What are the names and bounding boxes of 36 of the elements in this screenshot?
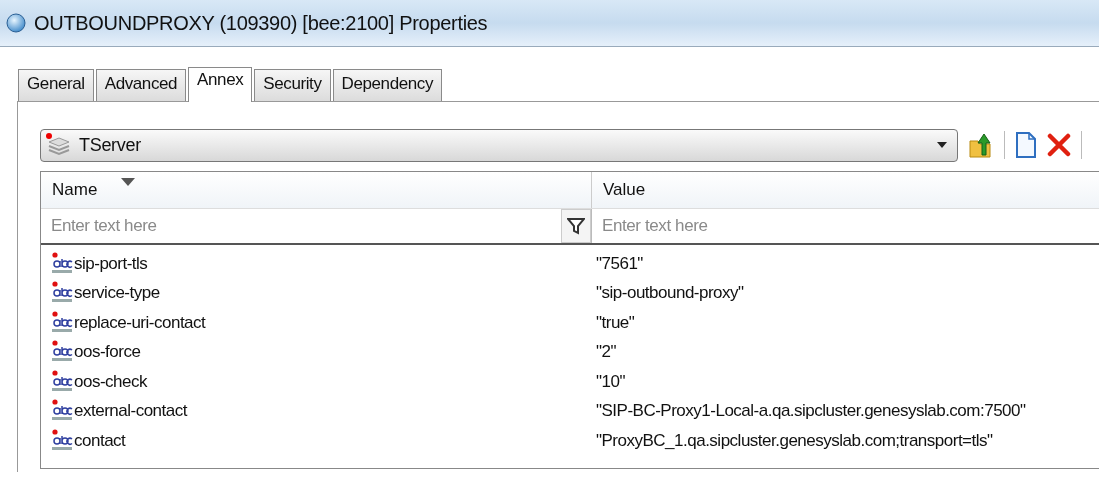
property-name[interactable]: sip-port-tls bbox=[74, 253, 148, 274]
folder-up-icon[interactable] bbox=[968, 131, 994, 159]
tab[interactable]: Annex bbox=[188, 67, 253, 102]
property-name[interactable]: contact bbox=[74, 430, 126, 451]
window-icon bbox=[6, 13, 26, 33]
property-value: "true" bbox=[596, 312, 635, 333]
caret-icon bbox=[937, 142, 947, 148]
filter-button[interactable] bbox=[561, 209, 591, 243]
section-dropdown[interactable]: TServer bbox=[40, 128, 958, 162]
sort-arrow-icon bbox=[121, 178, 135, 186]
property-value: "7561" bbox=[596, 253, 643, 274]
dropdown-value: TServer bbox=[79, 134, 142, 156]
new-document-icon[interactable] bbox=[1015, 132, 1037, 158]
string-type-icon bbox=[51, 310, 73, 335]
string-type-icon bbox=[51, 369, 73, 394]
tab[interactable]: Advanced bbox=[95, 69, 187, 101]
property-value: "ProxyBC_1.qa.sipcluster.genesyslab.com;transport=tls" bbox=[596, 430, 993, 451]
filter-icon bbox=[567, 217, 585, 235]
property-name[interactable]: oos-check bbox=[74, 371, 147, 392]
column-header[interactable]: Name bbox=[41, 172, 592, 208]
string-type-icon bbox=[51, 251, 73, 276]
delete-icon[interactable] bbox=[1047, 133, 1071, 157]
property-name[interactable]: oos-force bbox=[74, 342, 141, 363]
window-title: OUTBOUNDPROXY (109390) [bee:2100] Properties bbox=[34, 11, 488, 35]
property-name[interactable]: external-contact bbox=[74, 401, 187, 422]
property-value: "SIP-BC-Proxy1-Local-a.qa.sipcluster.genesyslab.com:7500" bbox=[596, 401, 1026, 422]
column-header[interactable]: Value bbox=[592, 172, 1099, 208]
property-name[interactable]: service-type bbox=[74, 283, 160, 304]
string-type-icon bbox=[51, 428, 73, 453]
property-value: "sip-outbound-proxy" bbox=[596, 283, 744, 304]
tab[interactable]: Dependency bbox=[332, 69, 442, 101]
property-name[interactable]: replace-uri-contact bbox=[74, 312, 206, 333]
tab[interactable]: General bbox=[18, 69, 94, 101]
property-value: "2" bbox=[596, 342, 617, 363]
tab[interactable]: Security bbox=[254, 69, 331, 101]
property-value: "10" bbox=[596, 371, 625, 392]
